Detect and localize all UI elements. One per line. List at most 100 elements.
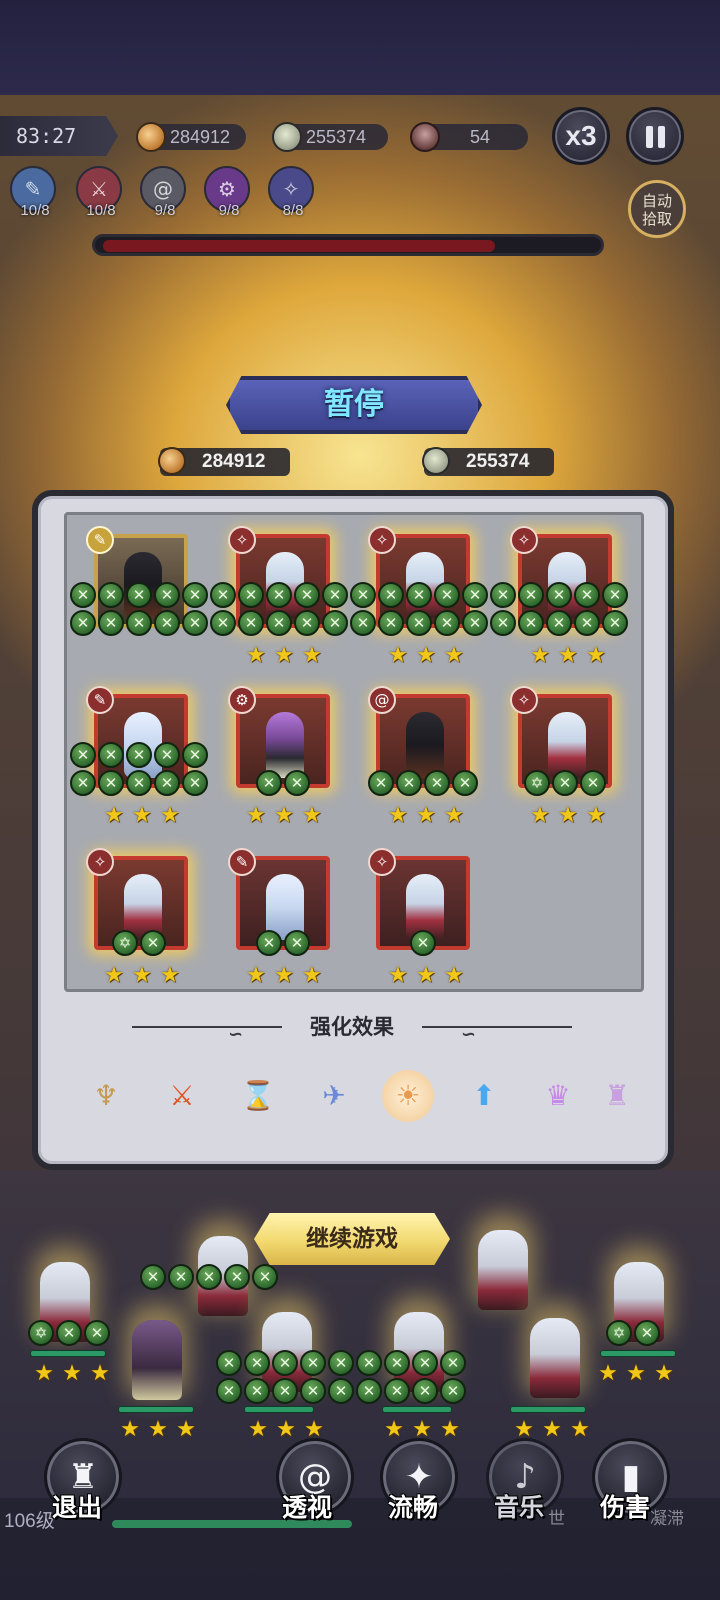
star-icon: ★ bbox=[302, 803, 322, 828]
gear-class-badge[interactable]: ⚙ 9/8 bbox=[204, 166, 250, 219]
field-orb-row: ✕ ✕ ✕ ✕ ✕ ✕ ✕ ✕ ✕ bbox=[216, 1350, 466, 1376]
relic-orb-icon: ✕ bbox=[126, 582, 152, 608]
relic-orb-icon: ✕ bbox=[140, 930, 166, 956]
star-rating: ★ ★ ★ bbox=[386, 804, 466, 828]
wand-class-icon: ✎ bbox=[86, 686, 114, 714]
relic-orb-icon: ✡ bbox=[112, 930, 138, 956]
relic-orb-icon: ✕ bbox=[396, 770, 422, 796]
relic-orb-icon: ✕ bbox=[490, 610, 516, 636]
relic-orb-icon: ✕ bbox=[284, 930, 310, 956]
star-icon: ★ bbox=[132, 963, 152, 988]
relic-orb-icon: ✕ bbox=[238, 610, 264, 636]
partial-buff-icon[interactable]: ♜ bbox=[604, 1070, 630, 1122]
relic-orb-icon: ✕ bbox=[328, 1378, 354, 1404]
star-rating: ★ ★ ★ bbox=[528, 804, 608, 828]
puppet-buff-icon[interactable]: ♆ bbox=[80, 1070, 132, 1122]
relic-orb-icon: ✕ bbox=[406, 610, 432, 636]
relic-orb-icon: ✕ bbox=[546, 610, 572, 636]
relic-orb-icon: ✕ bbox=[424, 770, 450, 796]
relic-orb-icon: ✕ bbox=[266, 610, 292, 636]
wrench-class-badge[interactable]: ✧ 8/8 bbox=[268, 166, 314, 219]
relic-orb-icon: ✕ bbox=[350, 582, 376, 608]
blade-buff-icon[interactable]: ✈ bbox=[308, 1070, 360, 1122]
star-rating: ★ ★ ★ bbox=[386, 964, 466, 988]
faded-label: 凝滞 bbox=[650, 1509, 684, 1529]
gold-counter: 284912 bbox=[136, 122, 246, 152]
star-rating: ★ ★ ★ bbox=[102, 804, 182, 828]
star-icon: ★ bbox=[34, 1361, 54, 1386]
relic-orb-icon: ✕ bbox=[634, 1320, 660, 1346]
field-orb-row: ✕ ✕ ✕ ✕ ✕ ✕ ✕ ✕ ✕ bbox=[216, 1378, 466, 1404]
star-icon: ★ bbox=[302, 643, 322, 668]
wand-class-badge[interactable]: ✎ 10/8 bbox=[10, 166, 56, 219]
pause-button[interactable] bbox=[626, 107, 684, 165]
relic-orb-icon: ✕ bbox=[574, 610, 600, 636]
wave-counter: 54 bbox=[410, 122, 528, 152]
relic-orb-icon: ✕ bbox=[216, 1378, 242, 1404]
relic-orb-row: ✕ ✕ ✕ ✕ ✕ ✕ ✕ ✕ ✕ ✕ ✕ ✕ ✕ ✕ ✕ ✕ ✕ ✕ ✕ ✕ bbox=[70, 610, 628, 636]
field-hero bbox=[478, 1230, 528, 1310]
relic-orb-icon: ✕ bbox=[378, 582, 404, 608]
relic-orb-icon: ✕ bbox=[412, 1378, 438, 1404]
field-orb-row: ✕ ✕ ✕ ✕ ✕ bbox=[140, 1264, 278, 1290]
relic-orb-icon: ✕ bbox=[196, 1264, 222, 1290]
music-label: 音乐 bbox=[494, 1493, 545, 1522]
relic-orb-icon: ✕ bbox=[462, 582, 488, 608]
hero-hp-bar bbox=[244, 1406, 314, 1413]
relic-orb-icon: ✕ bbox=[518, 610, 544, 636]
skull-icon bbox=[422, 447, 450, 475]
relic-orb-icon: ✕ bbox=[182, 742, 208, 768]
relic-orb-icon: ✕ bbox=[440, 1378, 466, 1404]
relic-orb-icon: ✕ bbox=[384, 1378, 410, 1404]
relic-orb-icon: ✕ bbox=[580, 770, 606, 796]
shield-buff-icon[interactable]: ⬆ bbox=[458, 1070, 510, 1122]
hourglass-buff-icon[interactable]: ⌛ bbox=[232, 1070, 284, 1122]
relic-orb-icon: ✕ bbox=[70, 742, 96, 768]
wrench-class-icon: ✧ bbox=[510, 686, 538, 714]
swirl-class-badge[interactable]: @ 9/8 bbox=[140, 166, 186, 219]
sword-class-badge[interactable]: ⚔ 10/8 bbox=[76, 166, 122, 219]
divider bbox=[422, 1026, 572, 1028]
star-icon: ★ bbox=[274, 963, 294, 988]
pause-icon bbox=[646, 126, 653, 148]
relic-orb-icon: ✕ bbox=[266, 582, 292, 608]
hero-hp-bar bbox=[30, 1350, 106, 1357]
speed-button[interactable]: x3 bbox=[552, 107, 610, 165]
star-rating: ★ ★ ★ bbox=[596, 1362, 676, 1386]
wrench-class-icon: ✧ bbox=[86, 848, 114, 876]
relic-orb-icon: ✕ bbox=[384, 1350, 410, 1376]
star-icon: ★ bbox=[542, 1417, 562, 1442]
relic-orb-icon: ✕ bbox=[154, 770, 180, 796]
gear-class-icon: ⚙ bbox=[228, 686, 256, 714]
relic-orb-icon: ✕ bbox=[434, 610, 460, 636]
relic-orb-icon: ✕ bbox=[284, 770, 310, 796]
relic-orb-icon: ✕ bbox=[412, 1350, 438, 1376]
star-rating: ★ ★ ★ bbox=[244, 644, 324, 668]
faded-label: 世 bbox=[548, 1509, 565, 1529]
relic-orb-row: ✕ ✕ bbox=[256, 930, 310, 956]
fire-sword-buff-icon[interactable]: ⚔ bbox=[156, 1070, 208, 1122]
strength-buff-icon[interactable]: ☀ bbox=[382, 1070, 434, 1122]
relic-orb-icon: ✡ bbox=[524, 770, 550, 796]
relic-orb-icon: ✕ bbox=[294, 610, 320, 636]
relic-orb-icon: ✕ bbox=[98, 742, 124, 768]
star-icon: ★ bbox=[586, 643, 606, 668]
relic-orb-icon: ✕ bbox=[154, 742, 180, 768]
relic-orb-row: ✕ ✕ bbox=[256, 770, 310, 796]
auto-pickup-button[interactable]: 自动 拾取 bbox=[628, 180, 686, 238]
relic-orb-icon: ✕ bbox=[440, 1350, 466, 1376]
star-icon: ★ bbox=[276, 1417, 296, 1442]
xray-label: 透视 bbox=[282, 1493, 333, 1522]
relic-orb-icon: ✕ bbox=[210, 610, 236, 636]
top-band bbox=[0, 0, 720, 95]
star-icon: ★ bbox=[444, 643, 464, 668]
hero-sprite bbox=[406, 712, 444, 778]
continue-game-button[interactable]: 继续游戏 bbox=[254, 1213, 450, 1265]
star-icon: ★ bbox=[654, 1361, 674, 1386]
relic-orb-icon: ✕ bbox=[378, 610, 404, 636]
relic-orb-icon: ✕ bbox=[168, 1264, 194, 1290]
totem-buff-icon[interactable]: ♛ bbox=[532, 1070, 584, 1122]
star-icon: ★ bbox=[302, 963, 322, 988]
flourish-icon: ∽ bbox=[228, 1024, 244, 1045]
relic-orb-icon: ✡ bbox=[606, 1320, 632, 1346]
